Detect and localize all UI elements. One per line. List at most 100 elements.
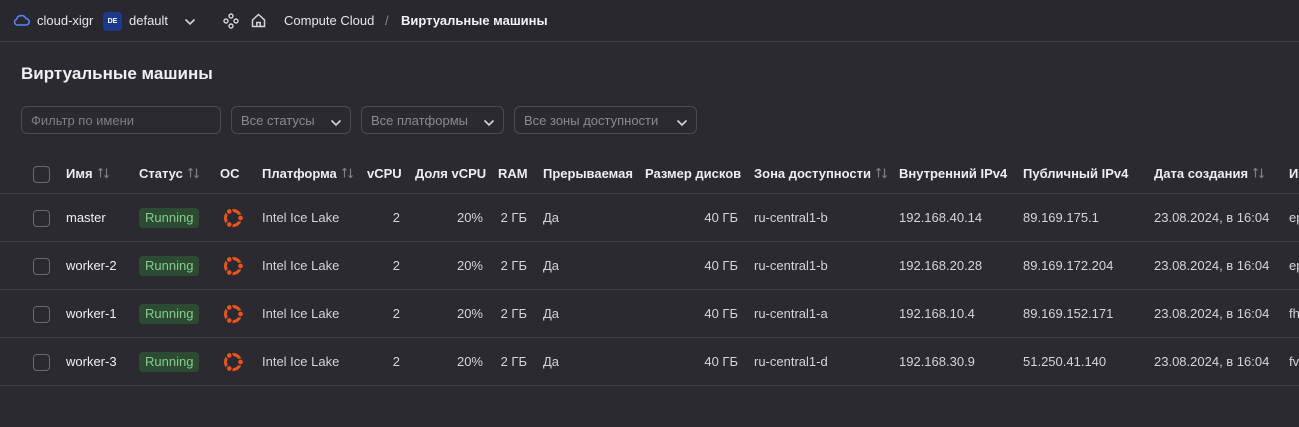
vm-public-ip: 89.169.172.204 [1023,258,1114,273]
status-badge: Running [139,256,200,276]
vm-preemptible: Да [543,306,560,321]
vm-name[interactable]: worker-3 [66,354,117,369]
row-checkbox[interactable] [33,306,50,323]
ubuntu-icon [221,206,245,235]
top-bar: cloud-xigr DE default Compute Cloud / Ви… [0,0,1299,42]
vm-disk-size: 40 ГБ [704,306,738,321]
vm-next-column: fv [1289,354,1299,369]
folder-name[interactable]: default [129,13,168,28]
column-header-name[interactable]: Имя [66,166,110,182]
column-header-os: ОС [220,166,240,181]
vm-next-column: ep [1289,210,1299,225]
status-badge: Running [139,304,200,324]
name-filter-input[interactable] [21,106,221,134]
breadcrumb-compute-cloud[interactable]: Compute Cloud [284,13,374,28]
column-header-vcpu: vCPU [367,166,402,181]
row-checkbox[interactable] [33,258,50,275]
column-header-next: И [1289,166,1299,181]
status-filter-select[interactable]: Все статусы [231,106,351,134]
vm-created: 23.08.2024, в 16:04 [1154,258,1270,273]
platform-filter-select[interactable]: Все платформы [361,106,504,134]
vm-platform: Intel Ice Lake [262,354,340,369]
sort-icon[interactable] [341,167,354,182]
column-header-zone[interactable]: Зона доступности [754,166,888,182]
vm-disk-size: 40 ГБ [704,354,738,369]
vm-vcpu: 2 [392,354,400,369]
zone-filter-value: Все зоны доступности [524,113,659,128]
column-header-disk-size: Размер дисков [645,166,742,181]
services-icon[interactable] [223,13,239,32]
sort-icon[interactable] [875,167,888,182]
vm-platform: Intel Ice Lake [262,306,340,321]
vm-internal-ip: 192.168.30.9 [899,354,975,369]
platform-filter-value: Все платформы [371,113,468,128]
table-header: Имя Статус ОС Платформа vCPU Доля vCPU R… [0,153,1299,194]
column-header-internal-ip: Внутренний IPv4 [899,166,1008,181]
table-row[interactable]: worker-2 Running Intel Ice Lake 2 20% 2 … [0,242,1299,290]
vm-platform: Intel Ice Lake [262,210,340,225]
row-checkbox[interactable] [33,354,50,371]
vm-disk-size: 40 ГБ [704,258,738,273]
vm-name[interactable]: master [66,210,106,225]
table-row[interactable]: master Running Intel Ice Lake 2 20% 2 ГБ… [0,194,1299,242]
vm-created: 23.08.2024, в 16:04 [1154,354,1270,369]
row-checkbox[interactable] [33,210,50,227]
column-header-core-fraction: Доля vCPU [415,166,487,181]
column-header-created[interactable]: Дата создания [1154,166,1265,182]
vm-ram: 2 ГБ [500,258,527,273]
table-row[interactable]: worker-3 Running Intel Ice Lake 2 20% 2 … [0,338,1299,386]
status-filter-value: Все статусы [241,113,315,128]
breadcrumb-current: Виртуальные машины [401,13,548,28]
sort-icon[interactable] [1252,167,1265,182]
vm-next-column: fh [1289,306,1299,321]
cloud-name[interactable]: cloud-xigr [37,13,93,28]
column-header-preemptible: Прерываемая [543,166,633,181]
vm-internal-ip: 192.168.20.28 [899,258,983,273]
vm-core-fraction: 20% [456,210,483,225]
vm-disk-size: 40 ГБ [704,210,738,225]
column-header-platform[interactable]: Платформа [262,166,354,182]
select-all-checkbox[interactable] [33,166,50,183]
column-header-public-ip: Публичный IPv4 [1023,166,1129,181]
vm-internal-ip: 192.168.40.14 [899,210,983,225]
vm-public-ip: 89.169.152.171 [1023,306,1114,321]
sort-icon[interactable] [97,167,110,182]
table-row[interactable]: worker-1 Running Intel Ice Lake 2 20% 2 … [0,290,1299,338]
column-header-status[interactable]: Статус [139,166,200,182]
vm-core-fraction: 20% [456,354,483,369]
vm-vcpu: 2 [392,306,400,321]
sort-icon[interactable] [187,167,200,182]
vm-zone: ru-central1-b [754,210,828,225]
vm-zone: ru-central1-d [754,354,828,369]
chevron-down-icon[interactable] [184,15,196,30]
vm-core-fraction: 20% [456,258,483,273]
ubuntu-icon [221,254,245,283]
vm-name[interactable]: worker-2 [66,258,117,273]
vm-preemptible: Да [543,210,560,225]
vm-vcpu: 2 [392,210,400,225]
column-header-ram: RAM [498,166,528,181]
vm-zone: ru-central1-a [754,306,828,321]
vm-created: 23.08.2024, в 16:04 [1154,306,1270,321]
status-badge: Running [139,352,200,372]
vm-ram: 2 ГБ [500,306,527,321]
vm-zone: ru-central1-b [754,258,828,273]
vm-next-column: ep [1289,258,1299,273]
home-icon[interactable] [250,12,267,32]
status-badge: Running [139,208,200,228]
vm-preemptible: Да [543,354,560,369]
vm-internal-ip: 192.168.10.4 [899,306,975,321]
vm-public-ip: 89.169.175.1 [1023,210,1099,225]
vm-platform: Intel Ice Lake [262,258,340,273]
vm-core-fraction: 20% [456,306,483,321]
zone-filter-select[interactable]: Все зоны доступности [514,106,697,134]
folder-badge[interactable]: DE [103,12,122,31]
cloud-icon[interactable] [12,13,30,30]
ubuntu-icon [221,350,245,379]
vm-public-ip: 51.250.41.140 [1023,354,1107,369]
chevron-down-icon [330,116,342,131]
breadcrumb-separator: / [385,13,389,28]
page-title: Виртуальные машины [21,64,213,83]
chevron-down-icon [676,116,688,131]
vm-name[interactable]: worker-1 [66,306,117,321]
